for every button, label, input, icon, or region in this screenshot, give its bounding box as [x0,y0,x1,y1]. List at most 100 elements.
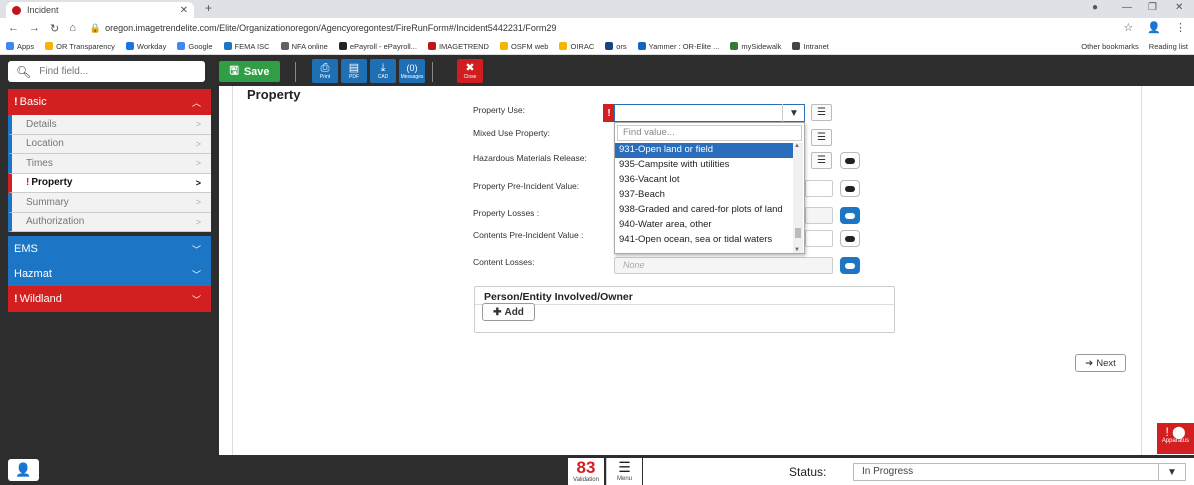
window-close-icon[interactable]: ✕ [1175,2,1183,13]
bookmark-item[interactable]: FEMA ISC [223,42,270,51]
scroll-down-icon[interactable]: ▼ [794,247,800,253]
nav-section-label: Wildland [19,293,62,305]
content-losses-input[interactable]: None [614,257,833,274]
minimize-icon[interactable]: — [1122,2,1132,13]
dropdown-option[interactable]: 941-Open ocean, sea or tidal waters [615,233,793,248]
divider [432,62,433,82]
nav-section-label: EMS [14,243,38,255]
toggle-icon[interactable] [840,230,860,247]
profile-icon[interactable]: 👤 [1147,21,1161,34]
nav-item-authorization[interactable]: Authorization > [8,212,211,232]
bookmark-item[interactable]: ors [605,42,627,51]
more-icon[interactable]: ⋮ [1175,21,1186,34]
list-icon[interactable]: ☰ [811,104,832,121]
nav-item-label: Times [26,157,53,169]
list-icon[interactable]: ☰ [811,129,832,146]
cad-button[interactable]: ⤓ CAD [370,59,396,83]
dropdown-option[interactable]: 936-Vacant lot [615,173,793,188]
validation-button[interactable]: 83 Validation [568,458,604,485]
bookmark-item[interactable]: ePayroll - ePayroll... [338,42,417,51]
print-button[interactable]: ⎙ Print [312,59,338,83]
property-use-select[interactable] [614,104,805,122]
nav-item-location[interactable]: Location > [8,134,211,154]
bookmark-item[interactable]: Workday [125,41,167,51]
bookmark-icon [45,42,54,50]
dropdown-option[interactable]: 937-Beach [615,188,793,203]
menu-button[interactable]: ☰ Menu [606,458,642,485]
messages-button[interactable]: (0) Messages [399,59,425,83]
tab-title: Incident [27,5,59,15]
nav-item-details[interactable]: Details > [8,115,211,135]
bookmark-icon [559,42,568,50]
home-icon[interactable]: ⌂ [69,22,76,34]
pdf-button[interactable]: ▤ PDF [341,59,367,83]
list-icon[interactable]: ☰ [811,152,832,169]
dropdown-option[interactable]: 935-Campsite with utilities [615,158,793,173]
dropdown-find-input[interactable]: Find value... [617,125,802,141]
new-tab-icon[interactable]: + [205,1,212,15]
bookmark-item[interactable]: OR Transparency [45,42,115,51]
messages-label: Messages [400,74,424,80]
status-select[interactable]: In Progress [853,463,1175,481]
bookmark-item[interactable]: OIRAC [559,42,594,51]
nav-item-property[interactable]: ! Property > [8,173,211,193]
reload-icon[interactable]: ↻ [50,22,59,35]
bookmark-item[interactable]: IMAGETREND [427,42,489,51]
nav-section-hazmat[interactable]: Hazmat ﹀ [8,261,211,287]
toggle-icon[interactable] [840,207,860,224]
chevron-down-icon[interactable]: ▼ [1158,463,1186,481]
bookmark-icon [338,42,347,50]
chevron-down-icon[interactable]: ▼ [782,104,805,122]
dropdown-option[interactable]: 931-Open land or field [615,143,793,158]
bookmark-item[interactable]: mySidewalk [730,42,781,51]
apparatus-tab[interactable]: ! ⬤ Apparatus [1157,423,1194,454]
nav-section-basic[interactable]: ! Basic ︿ [8,89,211,115]
restore-icon[interactable]: ❐ [1148,2,1157,13]
bookmark-item[interactable]: Apps [6,42,34,51]
back-icon[interactable]: ← [8,22,19,34]
bookmark-item[interactable]: Google [177,42,213,51]
save-button[interactable]: 🖫 Save [219,61,280,82]
bookmark-item[interactable]: NFA online [280,41,328,51]
property-use-dropdown[interactable]: Find value... 931-Open land or field 935… [614,122,805,254]
close-icon[interactable]: ✕ [180,5,188,16]
pre-incident-value-input[interactable] [805,180,833,197]
dropdown-scrollbar[interactable]: ▲ ▼ [793,143,803,253]
toggle-icon[interactable] [840,180,860,197]
dropdown-option[interactable]: 940-Water area, other [615,218,793,233]
bookmark-item[interactable]: Intranet [792,42,829,51]
bookmark-item[interactable]: Reading list [1149,42,1188,51]
bookmark-item[interactable]: OSFM web [499,42,548,51]
nav-item-summary[interactable]: Summary > [8,193,211,213]
next-button[interactable]: ➔ Next [1075,354,1126,372]
property-losses-input[interactable] [805,207,833,224]
nav-section-ems[interactable]: EMS ﹀ [8,236,211,262]
browser-tab[interactable]: Incident ✕ [6,2,194,18]
forward-icon[interactable]: → [29,22,40,34]
bookmark-item[interactable]: Yammer : OR-Elite ... [637,42,719,51]
url-field[interactable]: 🔒 oregon.imagetrendelite.com/Elite/Organi… [90,23,556,34]
nav-section-wildland[interactable]: ! Wildland ﹀ [8,286,211,312]
dropdown-option[interactable]: 938-Graded and cared-for plots of land [615,203,793,218]
toggle-icon[interactable] [840,257,860,274]
validation-count: 83 [576,458,596,477]
url-text: oregon.imagetrendelite.com/Elite/Organiz… [105,22,557,33]
find-field[interactable]: 🔍︎ [8,61,205,82]
bookmark-item[interactable]: Other bookmarks [1081,42,1139,51]
profile-dot-icon[interactable]: ● [1092,2,1098,13]
add-button[interactable]: ✚ Add [482,303,535,321]
user-icon[interactable]: 👤 [8,459,39,481]
toggle-icon[interactable] [840,152,860,169]
contents-pre-value-input[interactable] [805,230,833,247]
nav-item-times[interactable]: Times > [8,154,211,174]
bookmark-label: Workday [136,41,167,51]
close-button[interactable]: ✖ Close [457,59,483,83]
scroll-up-icon[interactable]: ▲ [794,143,800,149]
bookmark-label: NFA online [291,41,328,51]
scroll-thumb[interactable] [795,228,801,238]
find-field-input[interactable] [39,66,190,77]
star-icon[interactable]: ☆ [1123,21,1133,34]
status-label: Status: [789,465,827,479]
person-entity-title: Person/Entity Involved/Owner [484,291,633,303]
chevron-down-icon: ﹀ [191,269,201,280]
